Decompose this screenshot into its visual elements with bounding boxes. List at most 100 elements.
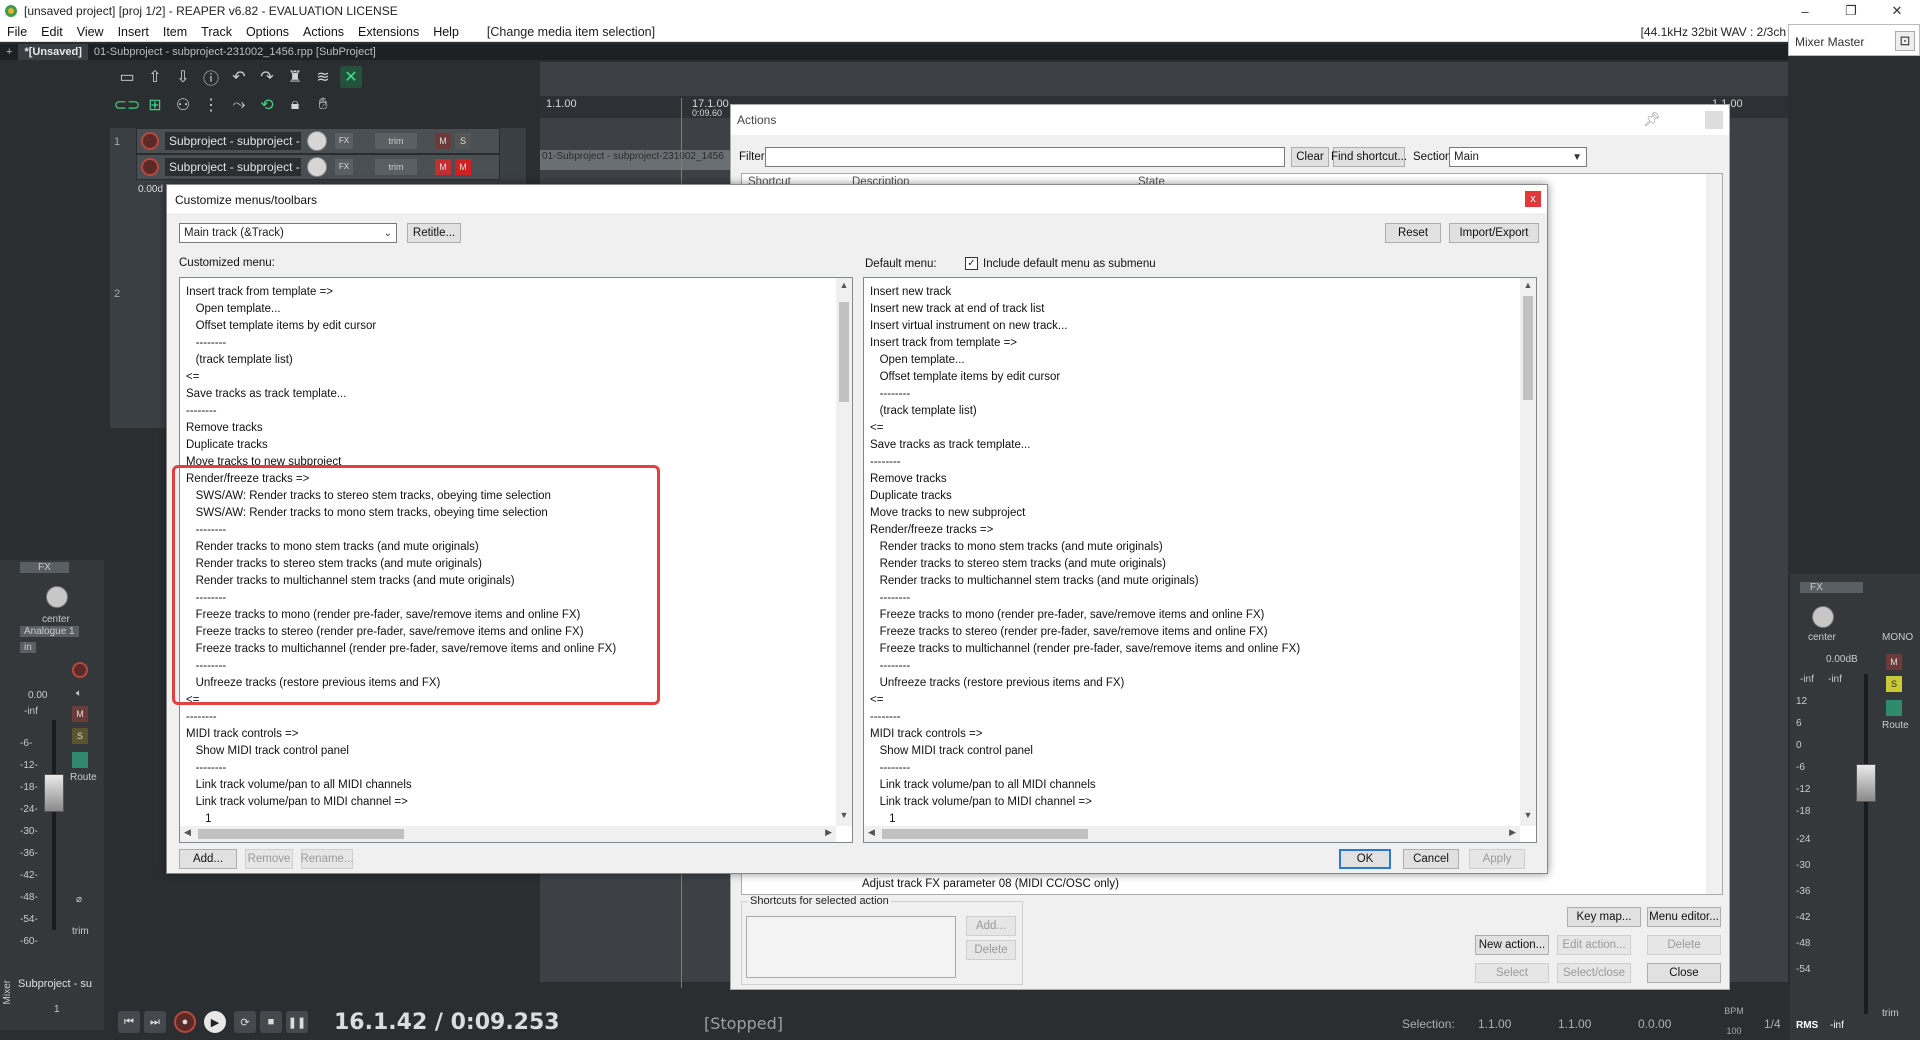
close-button[interactable]: Close <box>1647 963 1721 983</box>
track-row[interactable]: Subproject - subproject - FX trim M S <box>136 128 500 154</box>
bpm-value[interactable]: 100 <box>1714 1026 1754 1036</box>
mixer-record-arm-icon[interactable] <box>72 662 88 678</box>
master-volume-fader[interactable] <box>1856 764 1876 802</box>
add-item-button[interactable]: Add... <box>179 849 237 869</box>
mixer-dock-label[interactable]: Mixer <box>2 980 13 1004</box>
menu-list-item[interactable]: -------- <box>186 709 834 726</box>
minimize-button[interactable]: – <box>1782 0 1828 22</box>
menu-list-item[interactable]: -------- <box>186 760 834 777</box>
reset-button[interactable]: Reset <box>1385 223 1441 243</box>
rename-item-button[interactable]: Rename... <box>300 849 354 869</box>
fx-button[interactable]: FX <box>335 133 353 149</box>
shortcut-delete-button[interactable]: Delete <box>966 940 1016 960</box>
menu-list-item[interactable]: (track template list) <box>186 352 834 369</box>
menu-list-item[interactable]: Move tracks to new subproject <box>870 505 1518 522</box>
selection-start[interactable]: 1.1.00 <box>1478 1017 1511 1031</box>
menu-list-item[interactable]: (track template list) <box>870 403 1518 420</box>
scroll-left-icon[interactable]: ◀ <box>184 827 191 838</box>
undo-icon[interactable]: ↶ <box>228 66 250 88</box>
input-monitor-button[interactable]: in <box>20 642 36 653</box>
customized-vscrollbar[interactable]: ▲ ▼ <box>836 278 852 826</box>
rms-label[interactable]: RMS <box>1796 1020 1818 1031</box>
input-select[interactable]: Analogue 1 <box>20 626 79 637</box>
menu-list-item[interactable]: -------- <box>186 335 834 352</box>
redo-icon[interactable]: ↷ <box>256 66 278 88</box>
menu-list-item[interactable]: Freeze tracks to mono (render pre-fader,… <box>870 607 1518 624</box>
ok-button[interactable]: OK <box>1339 849 1391 869</box>
scroll-left-icon[interactable]: ◀ <box>868 827 875 838</box>
mute-button[interactable]: M <box>435 159 451 175</box>
menu-list-item[interactable]: Insert new track at end of track list <box>870 301 1518 318</box>
trim-button[interactable]: trim <box>375 159 417 175</box>
scroll-thumb[interactable] <box>839 302 849 402</box>
mixer-mute-button[interactable]: M <box>72 706 88 722</box>
close-window-button[interactable]: ✕ <box>1874 0 1920 22</box>
menu-extensions[interactable]: Extensions <box>351 25 426 39</box>
loop-icon[interactable]: ⟲ <box>256 94 278 116</box>
grid-icon[interactable]: ⊞ <box>144 94 166 116</box>
menu-list-item[interactable]: -------- <box>186 403 834 420</box>
shortcuts-list[interactable] <box>746 916 956 978</box>
hand-icon[interactable]: ✋︎ <box>312 94 334 116</box>
menu-list-item[interactable]: -------- <box>870 709 1518 726</box>
menu-list-item[interactable]: Remove tracks <box>186 420 834 437</box>
menu-list-item[interactable]: <= <box>186 369 834 386</box>
menu-list-item[interactable]: Render tracks to mono stem tracks (and m… <box>870 539 1518 556</box>
menu-edit[interactable]: Edit <box>34 25 70 39</box>
customized-hscrollbar[interactable]: ◀ ▶ <box>180 826 836 842</box>
audio-format-status[interactable]: [44.1kHz 32bit WAV : 2/3ch <box>1641 25 1786 39</box>
go-to-end-icon[interactable]: ⏭ <box>144 1011 166 1033</box>
menu-list-item[interactable]: Duplicate tracks <box>186 437 834 454</box>
retitle-button[interactable]: Retitle... <box>407 223 461 243</box>
menu-list-item[interactable]: Offset template items by edit cursor <box>186 318 834 335</box>
menu-list-item[interactable]: Open template... <box>186 301 834 318</box>
volume-knob[interactable] <box>307 157 327 177</box>
key-map-button[interactable]: Key map... <box>1567 907 1641 927</box>
menu-actions[interactable]: Actions <box>296 25 351 39</box>
ripple-icon[interactable]: ≋ <box>312 66 334 88</box>
remove-item-button[interactable]: Remove <box>245 849 293 869</box>
media-item[interactable]: 01-Subproject - subproject-231002_1456 <box>540 150 740 170</box>
track-row[interactable]: Subproject - subproject - FX trim M M <box>136 154 500 180</box>
edit-action-button[interactable]: Edit action... <box>1557 935 1631 955</box>
menu-view[interactable]: View <box>70 25 111 39</box>
solo-button[interactable]: M <box>455 159 471 175</box>
metronome-icon[interactable]: ♜ <box>284 66 306 88</box>
menu-list-item[interactable]: Render tracks to stereo stem tracks (and… <box>870 556 1518 573</box>
media-selection-status[interactable]: [Change media item selection] <box>480 25 662 39</box>
menu-list-item[interactable]: Save tracks as track template... <box>186 386 834 403</box>
menu-list-item[interactable]: MIDI track controls => <box>186 726 834 743</box>
auto-crossfade-icon[interactable]: ⤳ <box>228 94 250 116</box>
selection-length[interactable]: 0.0.00 <box>1638 1017 1671 1031</box>
master-pan-knob[interactable] <box>1812 606 1834 628</box>
menu-list-item[interactable]: Render tracks to multichannel stem track… <box>870 573 1518 590</box>
menu-editor-button[interactable]: Menu editor... <box>1647 907 1721 927</box>
new-project-icon[interactable]: ▭ <box>116 66 138 88</box>
menu-list-item[interactable]: -------- <box>870 386 1518 403</box>
menu-select[interactable]: Main track (&Track) ⌄ <box>179 223 397 243</box>
phase-icon[interactable]: ⌀ <box>76 894 82 905</box>
find-shortcut-button[interactable]: Find shortcut... <box>1331 147 1407 167</box>
mute-button[interactable]: M <box>435 133 451 149</box>
crossfade-icon[interactable]: ✕ <box>340 66 362 88</box>
track-name[interactable]: Subproject - subproject - <box>165 132 301 150</box>
link-icon[interactable]: ⊂⊃ <box>114 94 141 116</box>
default-hscrollbar[interactable]: ◀ ▶ <box>864 826 1520 842</box>
record-icon[interactable]: ● <box>174 1011 196 1033</box>
menu-list-item[interactable]: Insert track from template => <box>870 335 1518 352</box>
menu-list-item[interactable]: -------- <box>870 760 1518 777</box>
mixer-master-pin-icon[interactable]: ⊡ <box>1895 31 1915 51</box>
menu-item[interactable]: Item <box>156 25 194 39</box>
volume-fader[interactable] <box>44 774 64 812</box>
scroll-down-icon[interactable]: ▼ <box>1520 810 1536 824</box>
save-project-icon[interactable]: ⇩ <box>172 66 194 88</box>
filter-input[interactable] <box>765 147 1285 167</box>
menu-insert[interactable]: Insert <box>111 25 156 39</box>
menu-list-item[interactable]: -------- <box>870 658 1518 675</box>
default-menu-list[interactable]: Insert new track Insert new track at end … <box>863 277 1537 843</box>
actions-scrollbar[interactable] <box>1706 174 1722 894</box>
cancel-button[interactable]: Cancel <box>1403 849 1459 869</box>
shortcut-add-button[interactable]: Add... <box>966 916 1016 936</box>
apply-button[interactable]: Apply <box>1469 849 1525 869</box>
mixer-solo-button[interactable]: S <box>72 728 88 744</box>
